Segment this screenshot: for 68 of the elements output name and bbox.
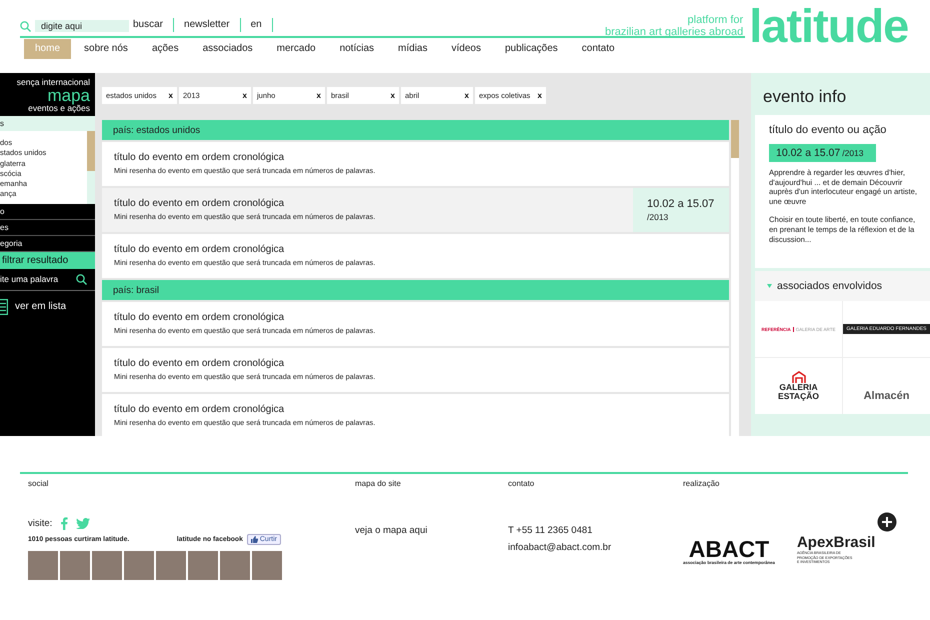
filter-header[interactable]: s — [0, 116, 95, 131]
sidebar-heading: sença internacional — [16, 77, 90, 88]
photo-placeholder[interactable] — [220, 551, 250, 580]
language-link[interactable]: en — [250, 18, 273, 32]
event-title: título do evento em ordem cronológica — [114, 152, 286, 163]
event-title: título do evento em ordem cronológica — [114, 358, 286, 369]
column-heading: mapa do site — [355, 479, 402, 488]
date-range: 10.02 a 15.07 — [647, 198, 716, 210]
sidebar-heading: eventos e ações — [28, 103, 90, 114]
scrollbar-thumb[interactable] — [731, 120, 739, 158]
panel-title: evento info — [762, 86, 848, 108]
filter-button[interactable]: filtrar resultado — [0, 252, 95, 269]
group-header: país: estados unidos — [102, 120, 729, 140]
nav-tab[interactable]: vídeos — [440, 39, 492, 59]
column-heading: realização — [683, 479, 720, 488]
search-icon — [20, 21, 31, 32]
event-title: título do evento em ordem cronológica — [114, 404, 286, 415]
nav-tab[interactable]: associados — [192, 39, 264, 59]
map-title: mapa — [47, 88, 90, 103]
photo-placeholder[interactable] — [252, 551, 282, 580]
nav-tab[interactable]: contato — [570, 39, 626, 59]
scrollbar-thumb[interactable] — [87, 131, 95, 171]
remove-chip-button[interactable]: x — [242, 91, 247, 100]
event-title: título do evento em ordem cronológica — [114, 198, 286, 209]
photo-placeholder[interactable] — [188, 551, 218, 580]
associates-header[interactable]: associados envolvidos — [755, 271, 930, 301]
nav-tab[interactable]: publicações — [494, 39, 569, 59]
nav-tab[interactable]: sobre nós — [73, 39, 139, 59]
remove-chip-button[interactable]: x — [464, 91, 469, 100]
gallery-logo[interactable]: Almacén — [864, 390, 910, 402]
thumbs-up-icon — [250, 536, 258, 543]
date-year: /2013 — [647, 212, 670, 222]
visit-label: visite: — [28, 518, 52, 529]
photo-placeholder[interactable] — [92, 551, 122, 580]
remove-chip-button[interactable]: x — [538, 91, 542, 100]
search-link[interactable]: buscar — [133, 18, 174, 32]
triangle-icon — [767, 284, 772, 288]
sitemap-link[interactable]: veja o mapa aqui — [355, 525, 508, 536]
phone-number: T +55 11 2365 0481 — [508, 525, 594, 536]
group-header: país: brasil — [102, 280, 729, 300]
facebook-icon[interactable] — [60, 517, 68, 530]
event-title: título do evento ou ação — [769, 124, 888, 136]
photo-placeholder[interactable] — [156, 551, 186, 580]
newsletter-link[interactable]: newsletter — [184, 18, 241, 32]
remove-chip-button[interactable]: x — [390, 91, 395, 100]
nav-tab[interactable]: mercado — [266, 39, 327, 59]
event-title: título do evento em ordem cronológica — [114, 244, 286, 255]
nav-tab[interactable]: ações — [140, 39, 190, 59]
photo-placeholder[interactable] — [60, 551, 90, 580]
twitter-icon[interactable] — [76, 518, 90, 529]
tagline: platform for — [688, 14, 744, 26]
remove-chip-button[interactable]: x — [316, 91, 321, 100]
associates-title: associados envolvidos — [777, 280, 882, 292]
nav-tab[interactable]: mídias — [387, 39, 438, 59]
date-year: /2013 — [842, 148, 864, 158]
column-heading: social — [28, 479, 50, 488]
remove-chip-button[interactable]: x — [168, 91, 173, 100]
search-field[interactable]: digite aqui — [35, 20, 129, 32]
column-heading: contato — [508, 479, 536, 488]
email-link[interactable]: infoabact@abact.com.br — [508, 542, 683, 553]
photo-placeholder[interactable] — [124, 551, 154, 580]
nav-tab[interactable]: notícias — [328, 39, 386, 59]
tagline: brazilian art galleries abroad — [605, 26, 744, 38]
date-range: 10.02 a 15.07 — [776, 147, 840, 159]
search-icon[interactable] — [76, 274, 87, 285]
event-title: título do evento em ordem cronológica — [114, 312, 286, 323]
list-view-button[interactable]: ver em lista — [0, 298, 95, 315]
photo-placeholder[interactable] — [28, 551, 58, 580]
